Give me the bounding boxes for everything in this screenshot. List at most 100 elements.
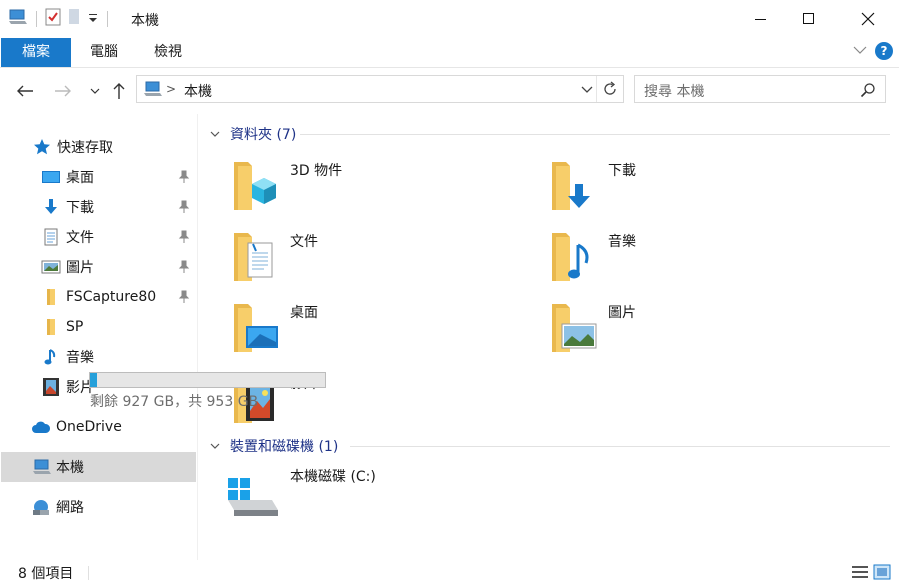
drive-usage-bar [89, 372, 326, 388]
item-count: 8 個項目 [18, 566, 74, 582]
this-pc-icon [32, 457, 52, 477]
video-icon [41, 377, 61, 397]
folder-icon [41, 287, 61, 307]
folder-tile-music[interactable]: 音樂 [518, 229, 818, 293]
download-icon [41, 197, 61, 217]
pin-icon[interactable] [178, 170, 190, 188]
breadcrumb-chevron-icon[interactable]: > [166, 82, 176, 96]
drive-name: 本機磁碟 (C:) [290, 469, 376, 485]
refresh-button[interactable] [596, 76, 623, 102]
ribbon-tabs: 檔案 電腦 檢視 ? [0, 38, 899, 68]
search-placeholder[interactable]: 搜尋 本機 [644, 81, 704, 101]
help-icon[interactable]: ? [875, 42, 893, 60]
sidebar-item-label: 下載 [66, 200, 94, 216]
large-icons-view-icon[interactable] [873, 564, 891, 584]
recent-locations-button[interactable] [84, 80, 106, 102]
drive-tile-c[interactable]: 本機磁碟 (C:) [224, 464, 544, 524]
desktop-folder-icon [234, 304, 278, 352]
picture-icon [41, 257, 61, 277]
sidebar-item-label: 圖片 [66, 260, 94, 276]
this-pc-icon [143, 81, 163, 101]
pin-icon[interactable] [178, 290, 190, 308]
sidebar-item-network[interactable]: 網路 [0, 492, 196, 522]
sidebar-item-label: 文件 [66, 230, 94, 246]
pin-icon[interactable] [178, 200, 190, 218]
music-folder-icon [552, 233, 589, 281]
quick-access-toolbar [8, 8, 110, 30]
sidebar-item-downloads[interactable]: 下載 [0, 192, 196, 222]
collapse-chevron-icon[interactable] [210, 440, 224, 453]
sidebar-item-label: 網路 [56, 500, 84, 516]
sidebar-item-fscapture80[interactable]: FSCapture80 [0, 282, 196, 312]
search-icon[interactable] [860, 82, 876, 102]
downloads-folder-icon [552, 162, 590, 210]
sidebar-item-label: 本機 [56, 460, 84, 476]
navigation-pane: 快速存取 桌面 下載 文件 圖片 FSCapture80 SP 音樂 影片 On… [0, 114, 198, 560]
folder-tile-downloads[interactable]: 下載 [518, 158, 818, 222]
folder-name: 桌面 [290, 305, 318, 321]
sidebar-item-sp[interactable]: SP [0, 312, 196, 342]
document-icon [41, 227, 61, 247]
address-bar[interactable]: > 本機 [136, 75, 624, 103]
drive-free-space: 剩餘 927 GB，共 953 GB [90, 394, 259, 410]
folder-name: 圖片 [608, 305, 636, 321]
maximize-button[interactable] [786, 0, 832, 38]
address-dropdown-icon[interactable] [581, 81, 593, 101]
sidebar-item-label: 音樂 [66, 350, 94, 366]
folder-tile-desktop[interactable]: 桌面 [200, 300, 500, 364]
sidebar-item-documents[interactable]: 文件 [0, 222, 196, 252]
sidebar-item-onedrive[interactable]: OneDrive [0, 412, 196, 442]
folder-tile-pictures[interactable]: 圖片 [518, 300, 818, 364]
sidebar-item-quick-access[interactable]: 快速存取 [0, 132, 196, 162]
tab-computer[interactable]: 電腦 [76, 38, 132, 67]
breadcrumb[interactable]: 本機 [184, 81, 212, 101]
desktop-icon [41, 167, 61, 187]
sidebar-item-label: 快速存取 [57, 140, 113, 156]
tab-file[interactable]: 檔案 [1, 38, 71, 67]
sidebar-item-label: 桌面 [66, 170, 94, 186]
folder-tile-documents[interactable]: 文件 [200, 229, 500, 293]
group-divider [350, 446, 890, 447]
devices-group-header[interactable]: 裝置和磁碟機 (1) [210, 435, 338, 457]
view-toggle [851, 564, 891, 584]
sidebar-item-label: SP [66, 319, 84, 335]
toolbar-separator [36, 11, 37, 27]
window-title: 本機 [131, 13, 159, 29]
group-title: 資料夾 (7) [230, 127, 297, 143]
minimize-button[interactable] [738, 0, 784, 38]
properties-icon[interactable] [45, 8, 61, 30]
toolbar-separator [107, 11, 108, 27]
forward-button[interactable] [52, 80, 74, 102]
hard-drive-icon [228, 478, 278, 516]
status-divider [88, 566, 89, 580]
back-button[interactable] [14, 80, 36, 102]
pin-icon[interactable] [178, 260, 190, 278]
sidebar-item-label: OneDrive [56, 419, 122, 435]
sidebar-item-desktop[interactable]: 桌面 [0, 162, 196, 192]
sidebar-item-this-pc[interactable]: 本機 [1, 452, 196, 482]
group-title: 裝置和磁碟機 (1) [230, 439, 339, 455]
pin-icon[interactable] [178, 230, 190, 248]
3d-objects-icon [234, 162, 276, 210]
pictures-folder-icon [552, 304, 597, 352]
folders-group-header[interactable]: 資料夾 (7) [210, 123, 296, 145]
expand-ribbon-icon[interactable] [853, 43, 867, 59]
status-bar: 8 個項目 [0, 560, 899, 587]
network-icon [31, 497, 51, 517]
folder-name: 音樂 [608, 234, 636, 250]
folder-tile-3d-objects[interactable]: 3D 物件 [200, 158, 500, 222]
search-box[interactable]: 搜尋 本機 [634, 75, 886, 103]
sidebar-item-music[interactable]: 音樂 [0, 342, 196, 372]
sidebar-item-pictures[interactable]: 圖片 [0, 252, 196, 282]
new-folder-icon[interactable] [67, 8, 81, 30]
customize-toolbar-icon[interactable] [87, 10, 99, 28]
up-button[interactable] [108, 80, 130, 102]
group-divider [300, 134, 890, 135]
this-pc-icon [8, 8, 28, 30]
ribbon-controls: ? [853, 42, 893, 60]
details-view-icon[interactable] [851, 564, 869, 584]
tab-view[interactable]: 檢視 [140, 38, 196, 67]
star-icon [32, 137, 52, 157]
close-button[interactable] [845, 0, 891, 38]
collapse-chevron-icon[interactable] [210, 128, 224, 141]
